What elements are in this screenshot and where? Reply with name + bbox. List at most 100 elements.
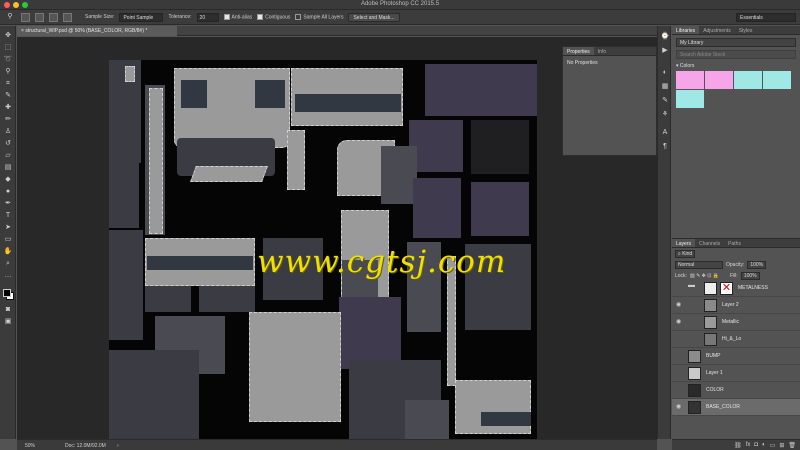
- actions-icon[interactable]: ▶: [660, 46, 670, 56]
- marquee-tool-icon[interactable]: ⬚: [3, 44, 13, 52]
- workspace-select[interactable]: Essentials: [736, 13, 796, 22]
- eyedropper-tool-icon[interactable]: ✎: [3, 92, 13, 100]
- layer-row-hi-lo[interactable]: Hi_&_Lo: [672, 331, 800, 348]
- sample-size-select[interactable]: Point Sample: [119, 12, 164, 22]
- add-to-selection-icon[interactable]: [35, 12, 44, 22]
- uv-island: [481, 412, 531, 426]
- library-select[interactable]: My Library: [676, 38, 796, 47]
- tab-libraries[interactable]: Libraries: [672, 26, 700, 34]
- tab-layers[interactable]: Layers: [672, 239, 696, 247]
- properties-message: No Properties: [567, 60, 598, 66]
- blend-mode-select[interactable]: Normal: [675, 260, 723, 269]
- quick-mask-icon[interactable]: ◙: [3, 306, 13, 314]
- add-mask-icon[interactable]: ◘: [754, 442, 758, 448]
- anti-alias-checkbox[interactable]: Anti-alias: [223, 13, 252, 20]
- select-and-mask-button[interactable]: Select and Mask...: [348, 12, 400, 22]
- pen-tool-icon[interactable]: ✒: [3, 200, 13, 208]
- blur-tool-icon[interactable]: ◆: [3, 176, 13, 184]
- uv-island: [147, 256, 253, 270]
- lock-icon[interactable]: ▨ ✎ ✥ ⊡ 🔒: [690, 273, 719, 279]
- eraser-tool-icon[interactable]: ▱: [3, 152, 13, 160]
- history-icon[interactable]: ⌚: [660, 32, 670, 42]
- magic-wand-tool-icon[interactable]: ⚲: [3, 68, 13, 76]
- tab-paths[interactable]: Paths: [724, 239, 745, 247]
- status-menu-arrow-icon[interactable]: ›: [117, 443, 119, 449]
- clone-stamp-icon[interactable]: ♙: [3, 128, 13, 136]
- intersect-selection-icon[interactable]: [63, 12, 72, 22]
- foreground-color-swatch[interactable]: [3, 289, 11, 297]
- adjustment-layer-icon[interactable]: ◐: [762, 442, 766, 448]
- clone-source-icon[interactable]: ⚘: [660, 110, 670, 120]
- color-swatch[interactable]: [676, 71, 704, 89]
- brush-settings-icon[interactable]: ✎: [660, 96, 670, 106]
- fill-input[interactable]: 100%: [740, 271, 760, 280]
- link-layers-icon[interactable]: ⛓: [734, 442, 742, 449]
- color-swatch[interactable]: [676, 90, 704, 108]
- hand-tool-icon[interactable]: ✋: [3, 248, 13, 256]
- move-tool-icon[interactable]: ✥: [3, 32, 13, 40]
- dodge-tool-icon[interactable]: ●: [3, 188, 13, 196]
- character-icon[interactable]: A: [660, 128, 670, 138]
- color-swatch[interactable]: [763, 71, 791, 89]
- layer-style-icon[interactable]: fx: [746, 442, 751, 448]
- tab-styles[interactable]: Styles: [735, 26, 757, 34]
- color-swatch[interactable]: [705, 71, 733, 89]
- layer-row-metallic[interactable]: ◉ Metallic: [672, 314, 800, 331]
- tools-panel: ✥ ⬚ ➰ ⚲ ⌗ ✎ ✚ ✏ ♙ ↺ ▱ ▤ ◆ ● ✒ T ➤ ▭ ✋ ⌕ …: [0, 26, 16, 439]
- paragraph-icon[interactable]: ¶: [660, 142, 670, 152]
- sample-all-layers-checkbox[interactable]: Sample All Layers: [295, 13, 343, 20]
- tab-properties[interactable]: Properties: [563, 47, 594, 55]
- history-brush-icon[interactable]: ↺: [3, 140, 13, 148]
- visibility-eye-icon[interactable]: ◉: [676, 319, 683, 325]
- library-search-input[interactable]: Search Adobe Stock: [676, 50, 796, 59]
- document-info[interactable]: Doc: 12.0M/92.0M: [65, 443, 106, 449]
- uv-island: [471, 182, 529, 236]
- layer-row-bump[interactable]: BUMP: [672, 348, 800, 365]
- document-tab[interactable]: × structural_WIP.psd @ 50% (BASE_COLOR, …: [17, 26, 177, 36]
- new-selection-icon[interactable]: [21, 12, 30, 22]
- layer-thumbnail: [704, 299, 717, 312]
- opacity-input[interactable]: 100%: [747, 260, 767, 269]
- brush-tool-icon[interactable]: ✏: [3, 116, 13, 124]
- swatches-icon[interactable]: ▦: [660, 82, 670, 92]
- adjustment-icon[interactable]: ◐: [660, 68, 670, 78]
- tab-channels[interactable]: Channels: [695, 239, 724, 247]
- kind-filter-select[interactable]: ⌕ Kind: [675, 249, 696, 258]
- magic-wand-icon[interactable]: ⚲: [4, 13, 16, 21]
- type-tool-icon[interactable]: T: [3, 212, 13, 220]
- layer-row-metalness[interactable]: ▬ ✕ METALNESS: [672, 280, 800, 297]
- uv-island: [125, 66, 135, 82]
- layer-row-layer-2[interactable]: ◉ Layer 2: [672, 297, 800, 314]
- lasso-tool-icon[interactable]: ➰: [3, 56, 13, 64]
- tab-info[interactable]: Info: [594, 47, 610, 55]
- contiguous-checkbox[interactable]: Contiguous: [257, 13, 290, 20]
- new-group-icon[interactable]: ▭: [770, 442, 776, 449]
- new-layer-icon[interactable]: ⊞: [779, 442, 784, 449]
- screen-mode-icon[interactable]: ▣: [3, 318, 13, 326]
- sample-size-label: Sample Size:: [85, 14, 115, 20]
- gradient-tool-icon[interactable]: ▤: [3, 164, 13, 172]
- layer-row-layer-1[interactable]: Layer 1: [672, 365, 800, 382]
- layer-row-color[interactable]: COLOR: [672, 382, 800, 399]
- layer-row-base-color[interactable]: ◉ BASE_COLOR: [672, 399, 800, 416]
- visibility-eye-icon[interactable]: ◉: [676, 404, 683, 410]
- path-selection-icon[interactable]: ➤: [3, 224, 13, 232]
- more-tools-icon[interactable]: …: [3, 272, 13, 280]
- zoom-tool-icon[interactable]: ⌕: [3, 260, 13, 268]
- colors-group-header[interactable]: ▾ Colors: [676, 63, 796, 69]
- shape-tool-icon[interactable]: ▭: [3, 236, 13, 244]
- zoom-level[interactable]: 50%: [25, 443, 35, 449]
- delete-layer-icon[interactable]: 🗑: [788, 442, 796, 449]
- color-swatches: [676, 71, 796, 108]
- subtract-selection-icon[interactable]: [49, 12, 58, 22]
- healing-brush-icon[interactable]: ✚: [3, 104, 13, 112]
- canvas-area[interactable]: www.cgtsj.com: [17, 37, 657, 439]
- uv-island: [190, 166, 268, 182]
- crop-tool-icon[interactable]: ⌗: [3, 80, 13, 88]
- color-swatch[interactable]: [734, 71, 762, 89]
- visibility-eye-icon[interactable]: ◉: [676, 302, 683, 308]
- tab-adjustments[interactable]: Adjustments: [699, 26, 735, 34]
- tolerance-input[interactable]: 20: [196, 12, 219, 22]
- blend-row: Normal Opacity: 100%: [672, 259, 800, 270]
- layer-mask-disabled-icon[interactable]: ✕: [720, 282, 733, 295]
